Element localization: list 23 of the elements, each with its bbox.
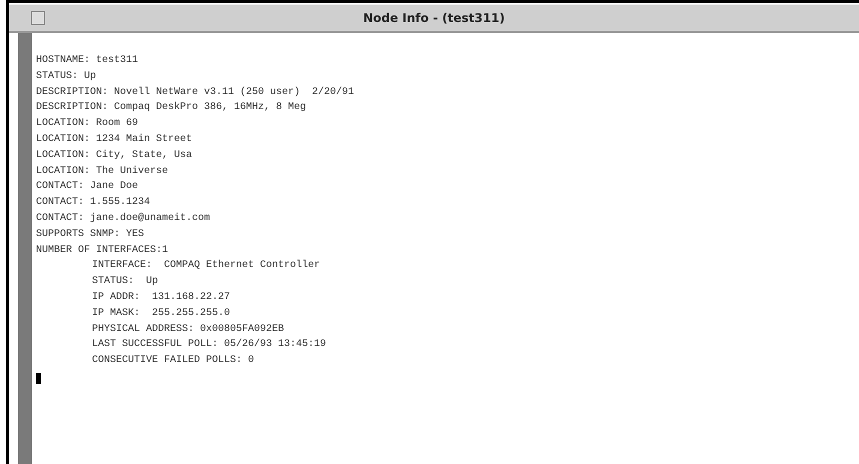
window-title: Node Info - (test311)	[363, 11, 505, 25]
close-box[interactable]	[31, 11, 45, 25]
info-line: CONTACT: 1.555.1234	[36, 196, 150, 210]
info-line: IP ADDR: 131.168.22.27	[91, 290, 230, 305]
info-line: STATUS: Up	[36, 70, 96, 84]
info-line: STATUS: Up	[91, 275, 158, 290]
info-line: CONTACT: jane.doe@unameit.com	[36, 212, 210, 226]
info-line: SUPPORTS SNMP: YES	[36, 228, 144, 242]
info-line: LOCATION: The Universe	[36, 164, 168, 179]
info-line: NUMBER OF INTERFACES:1	[36, 244, 168, 258]
info-line: LOCATION: Room 69	[36, 117, 138, 132]
text-cursor	[36, 372, 41, 384]
info-line: DESCRIPTION: Novell NetWare v3.11 (250 user) 2/20/91	[36, 86, 354, 100]
info-line: CONSECUTIVE FAILED POLLS: 0	[91, 354, 254, 368]
info-line: DESCRIPTION: Compaq DeskPro 386, 16MHz, 8 Meg	[36, 100, 306, 116]
info-line: CONTACT: Jane Doe	[36, 180, 138, 194]
info-line: IP MASK: 255.255.255.0	[91, 306, 230, 321]
info-line: LOCATION: 1234 Main Street	[36, 132, 192, 147]
info-line: HOSTNAME: test311	[36, 54, 138, 68]
info-line: INTERFACE: COMPAQ Ethernet Controller	[91, 258, 320, 274]
info-line: LAST SUCCESSFUL POLL: 05/26/93 13:45:19	[91, 338, 326, 352]
info-line: LOCATION: City, State, Usa	[36, 148, 192, 163]
info-line: PHYSICAL ADDRESS: 0x00805FA092EB	[91, 322, 284, 337]
